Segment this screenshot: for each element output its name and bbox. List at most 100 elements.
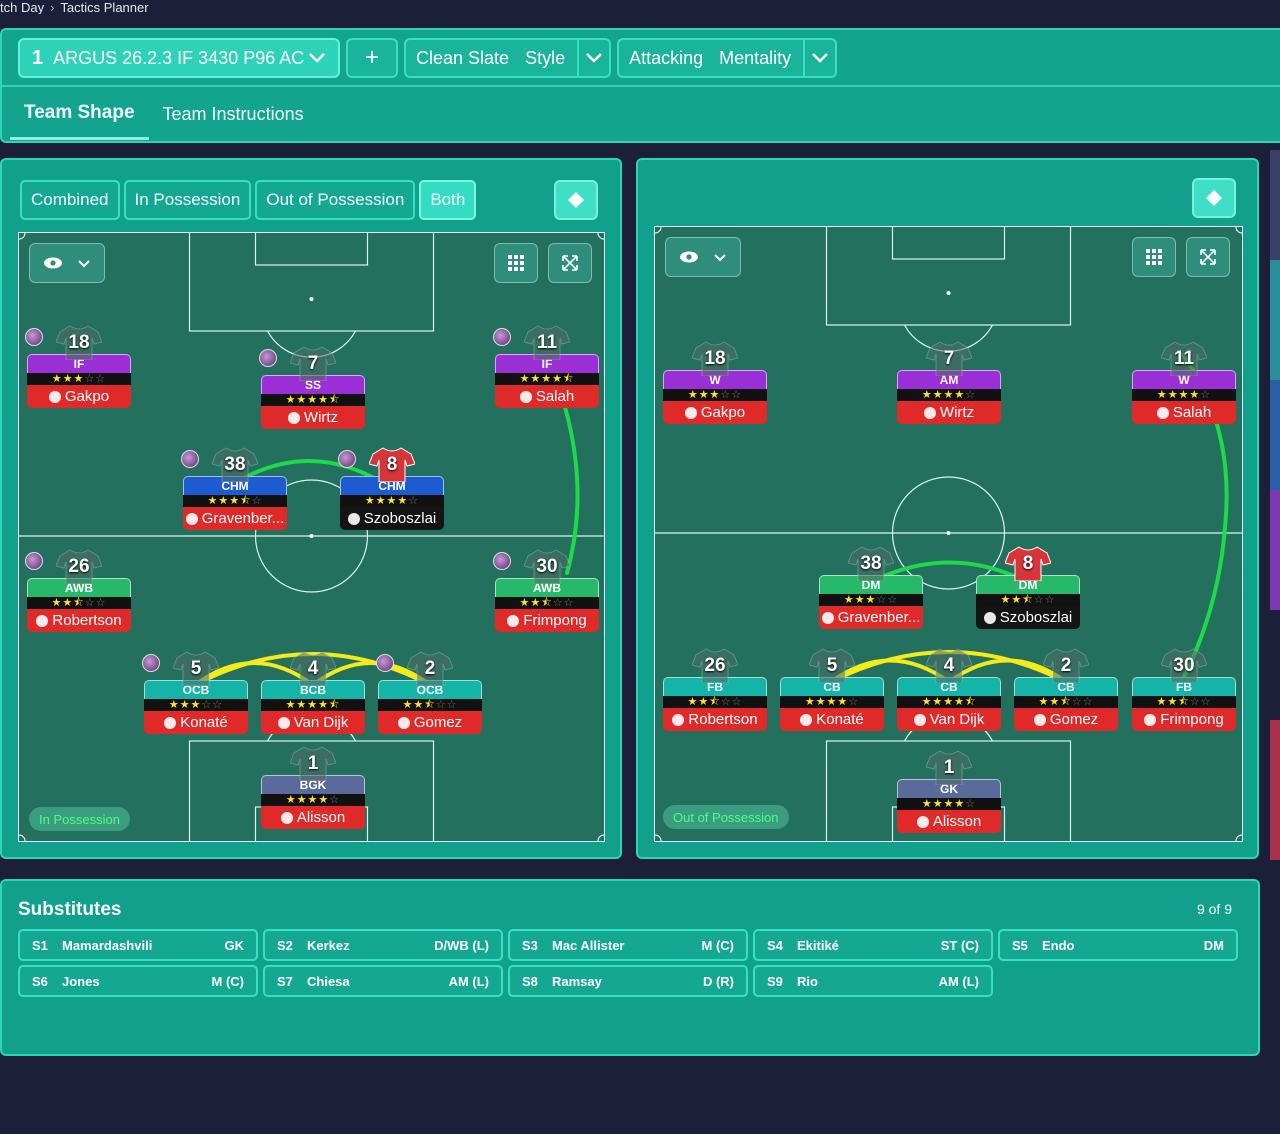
- right-sidebar-strip: [1270, 150, 1280, 1050]
- shirt-number: 38: [860, 553, 882, 574]
- style-dropdown[interactable]: Clean Slate Style: [404, 38, 612, 78]
- player-card[interactable]: 30 AWB ★★⯪☆☆ Frimpong: [493, 549, 599, 636]
- sub-position: D (R): [702, 973, 734, 989]
- tactic-slot-number: 1: [32, 46, 44, 69]
- tactic-selector[interactable]: 1 ARGUS 26.2.3 IF 3430 P96 AC: [18, 38, 340, 78]
- player-card[interactable]: 5 CB ★★★★☆ Konaté: [780, 648, 884, 735]
- chevron-down-icon[interactable]: [803, 40, 835, 76]
- substitute-item[interactable]: S4 Ekitiké ST (C): [753, 929, 993, 961]
- shirt-number: 26: [68, 556, 90, 577]
- player-card[interactable]: 30 FB ★★⯪☆☆ Frimpong: [1132, 648, 1236, 735]
- player-card[interactable]: 7 AM ★★★★☆ Wirtz: [897, 341, 1001, 428]
- player-name: Konaté: [180, 714, 228, 731]
- player-avatar-icon: [287, 411, 300, 424]
- player-avatar-icon: [1156, 406, 1169, 419]
- diamond-icon[interactable]: [1192, 178, 1236, 218]
- sub-name: Kerkez: [307, 937, 350, 953]
- substitute-item[interactable]: S9 Rio AM (L): [753, 965, 993, 997]
- player-name: Konaté: [816, 711, 864, 728]
- filter-in-possession[interactable]: In Possession: [123, 180, 252, 220]
- substitutes-count: 9 of 9: [1196, 901, 1232, 917]
- sub-slot: S4: [767, 937, 783, 953]
- player-name-bar: Gravenber...: [819, 606, 923, 629]
- player-name: Frimpong: [1160, 711, 1224, 728]
- filter-both[interactable]: Both: [419, 180, 477, 220]
- role-rating-stars: ★★★★⯪: [261, 699, 365, 711]
- expand-icon[interactable]: [1186, 237, 1230, 277]
- phase-filter: Combined In Possession Out of Possession…: [20, 180, 477, 220]
- player-avatar-icon: [164, 716, 177, 729]
- substitute-item[interactable]: S8 Ramsay D (R): [508, 965, 748, 997]
- player-name-bar: Frimpong: [1132, 708, 1236, 731]
- mentality-dropdown[interactable]: Attacking Mentality: [617, 38, 838, 78]
- player-card[interactable]: 2 OCB ★★⯪☆☆ Gomez: [376, 651, 482, 738]
- substitute-item[interactable]: S5 Endo DM: [998, 929, 1238, 961]
- substitute-item[interactable]: S6 Jones M (C): [18, 965, 258, 997]
- substitute-item[interactable]: S2 Kerkez D/WB (L): [263, 929, 503, 961]
- player-avatar-icon: [277, 716, 290, 729]
- player-card[interactable]: 4 CB ★★★★⯪ Van Dijk: [897, 648, 1001, 735]
- sub-name: Ramsay: [552, 973, 602, 989]
- player-name: Gakpo: [64, 388, 110, 405]
- chevron-down-icon: [714, 253, 726, 261]
- player-card[interactable]: 1 GK ★★★★☆ Alisson: [897, 750, 1001, 837]
- player-card[interactable]: 1 BGK ★★★★☆ Alisson: [261, 746, 365, 833]
- tab-bar: Team Shape Team Instructions: [10, 88, 318, 140]
- mentality-value: Attacking: [629, 47, 704, 68]
- role-rating-stars: ★★⯪☆☆: [976, 594, 1080, 606]
- filter-out-of-possession[interactable]: Out of Possession: [255, 180, 416, 220]
- player-card[interactable]: 7 SS ★★★★⯪ Wirtz: [259, 346, 365, 433]
- player-avatar-icon: [672, 713, 685, 726]
- add-tactic-button[interactable]: +: [346, 38, 398, 78]
- player-card[interactable]: 8 DM ★★⯪☆☆ Szoboszlai: [976, 546, 1080, 633]
- player-name-bar: Alisson: [261, 806, 365, 829]
- player-card[interactable]: 38 CHM ★★★⯪☆ Gravenber...: [181, 447, 287, 534]
- player-card[interactable]: 11 IF ★★★★⯪ Salah: [493, 325, 599, 412]
- player-card[interactable]: 26 FB ★★⯪☆☆ Robertson: [663, 648, 767, 735]
- player-card[interactable]: 18 W ★★★☆☆ Gakpo: [663, 341, 767, 428]
- grid-icon[interactable]: [1132, 237, 1176, 277]
- player-name: Wirtz: [939, 404, 975, 421]
- sub-position: ST (C): [940, 937, 979, 953]
- tab-team-shape[interactable]: Team Shape: [10, 88, 149, 140]
- player-card[interactable]: 38 DM ★★★☆☆ Gravenber...: [819, 546, 923, 633]
- sub-name: Ekitiké: [797, 937, 839, 953]
- breadcrumb-item-tactics[interactable]: Tactics Planner: [60, 0, 148, 14]
- player-name: Alisson: [932, 813, 982, 830]
- grid-icon[interactable]: [494, 243, 538, 283]
- eye-icon: [44, 257, 62, 269]
- player-card[interactable]: 26 AWB ★★⯪☆☆ Robertson: [25, 549, 131, 636]
- role-rating-stars: ★★⯪☆☆: [1014, 696, 1118, 708]
- substitutes-title: Substitutes: [18, 899, 122, 920]
- tab-team-instructions[interactable]: Team Instructions: [149, 88, 318, 140]
- shirt-number: 4: [943, 655, 955, 676]
- sub-position: AM (L): [448, 973, 489, 989]
- expand-icon[interactable]: [548, 243, 592, 283]
- view-options-button[interactable]: [29, 243, 105, 283]
- player-avatar-icon: [1033, 713, 1046, 726]
- view-options-button[interactable]: [665, 237, 741, 277]
- role-rating-stars: ★★★☆☆: [27, 373, 131, 385]
- player-name: Gravenber...: [837, 609, 921, 626]
- shirt-number: 1: [307, 753, 319, 774]
- player-card[interactable]: 4 BCB ★★★★⯪ Van Dijk: [261, 651, 365, 738]
- role-rating-stars: ★★★☆☆: [663, 389, 767, 401]
- diamond-icon[interactable]: [554, 180, 598, 220]
- in-possession-pitch: In Possession 18 IF ★★★☆☆ Gakpo 7 SS ★★★★⯪ Wirtz…: [18, 232, 605, 842]
- shirt-number: 30: [1173, 655, 1195, 676]
- breadcrumb-item-matchday[interactable]: tch Day: [0, 0, 44, 14]
- player-name: Gomez: [413, 714, 463, 731]
- substitute-item[interactable]: S7 Chiesa AM (L): [263, 965, 503, 997]
- role-rating-stars: ★★★★☆: [1132, 389, 1236, 401]
- substitute-item[interactable]: S1 Mamardashvili GK: [18, 929, 258, 961]
- substitute-item[interactable]: S3 Mac Allister M (C): [508, 929, 748, 961]
- player-card[interactable]: 11 W ★★★★☆ Salah: [1132, 341, 1236, 428]
- player-card[interactable]: 2 CB ★★⯪☆☆ Gomez: [1014, 648, 1118, 735]
- breadcrumb: tch Day › Tactics Planner: [0, 0, 149, 14]
- filter-combined[interactable]: Combined: [20, 180, 120, 220]
- player-card[interactable]: 8 CHM ★★★★☆ Szoboszlai: [338, 447, 444, 534]
- player-card[interactable]: 5 OCB ★★★☆☆ Konaté: [142, 651, 248, 738]
- chevron-down-icon[interactable]: [577, 40, 609, 76]
- phase-label: In Possession: [29, 807, 130, 831]
- player-card[interactable]: 18 IF ★★★☆☆ Gakpo: [25, 325, 131, 412]
